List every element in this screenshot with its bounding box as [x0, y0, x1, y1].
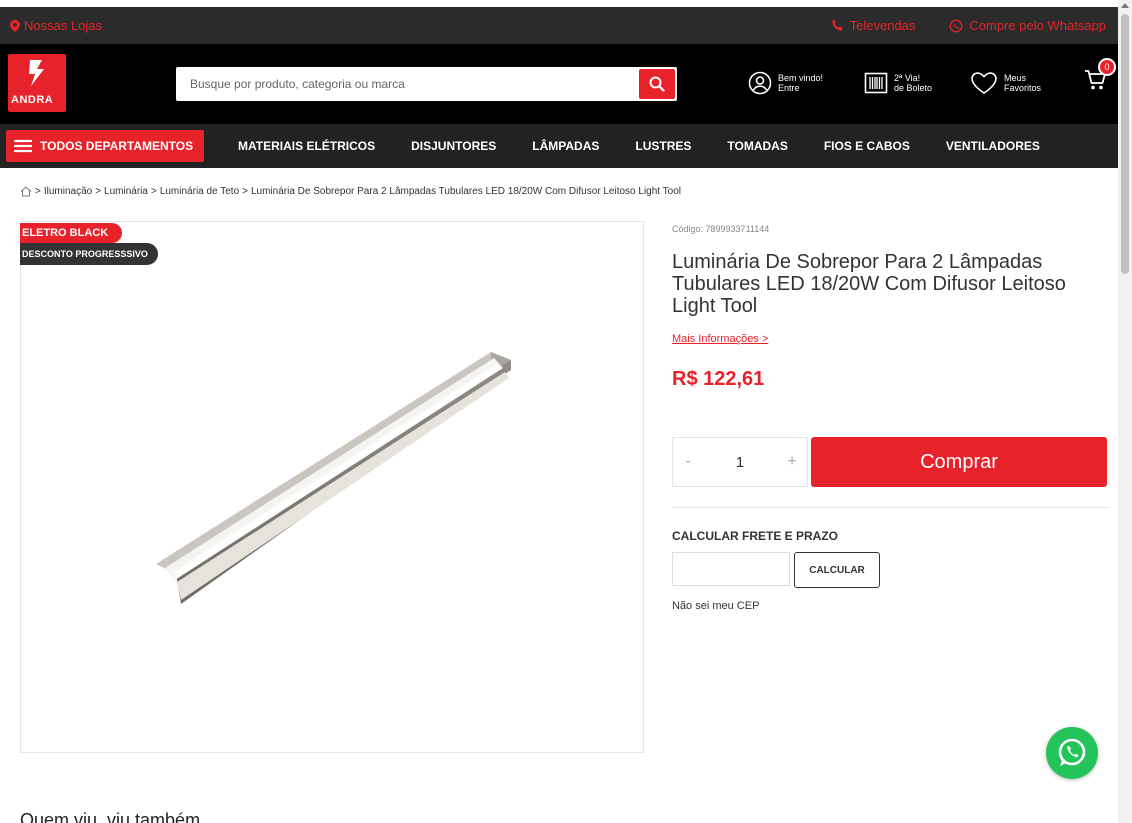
stores-label: Nossas Lojas	[24, 18, 103, 33]
televendas-label: Televendas	[849, 18, 916, 33]
lightning-logo-icon	[29, 60, 44, 86]
boleto-line1: 2ª Via!	[894, 73, 921, 83]
nav-link-materiais-eletricos[interactable]: MATERIAIS ELÉTRICOS	[238, 139, 375, 153]
all-departments-label: TODOS DEPARTAMENTOS	[40, 139, 194, 153]
shipping-title: CALCULAR FRETE E PRAZO	[672, 529, 838, 543]
more-info-link[interactable]: Mais Informações >	[672, 333, 768, 345]
top-bar: Nossas Lojas Televendas Compre pelo What…	[0, 7, 1118, 44]
divider	[672, 507, 1109, 508]
boleto-line2: de Boleto	[894, 83, 933, 93]
breadcrumb-separator: >	[150, 186, 157, 197]
product-image	[156, 352, 511, 604]
heart-icon	[971, 72, 997, 94]
breadcrumb-item-current: Luminária De Sobrepor Para 2 Lâmpadas Tu…	[250, 186, 682, 197]
quantity-stepper: - 1 +	[672, 437, 808, 487]
product-page: Nossas Lojas Televendas Compre pelo What…	[0, 0, 1132, 823]
product-price: R$ 122,61	[672, 368, 765, 390]
whatsapp-icon	[1058, 738, 1086, 766]
related-section-title: Quem viu, viu também	[20, 810, 201, 823]
search-input[interactable]	[176, 67, 636, 101]
nav-link-disjuntores[interactable]: DISJUNTORES	[411, 139, 496, 153]
scrollbar-thumb[interactable]	[1121, 14, 1129, 274]
account-line1: Bem vindo!	[778, 73, 824, 83]
all-departments-button[interactable]: TODOS DEPARTAMENTOS	[6, 130, 204, 162]
whatsapp-float-button[interactable]	[1046, 727, 1098, 779]
whatsapp-top-label: Compre pelo Whatsapp	[969, 18, 1106, 33]
hamburger-menu-icon	[14, 139, 32, 153]
cart-button[interactable]: 0	[1084, 58, 1116, 97]
nav-link-lampadas[interactable]: LÂMPADAS	[532, 139, 599, 153]
nav-link-ventiladores[interactable]: VENTILADORES	[946, 139, 1040, 153]
calculate-shipping-button[interactable]: CALCULAR	[794, 552, 880, 588]
televendas-link[interactable]: Televendas	[831, 18, 916, 33]
product-code: Código: 7899933711144	[672, 224, 770, 234]
department-nav: TODOS DEPARTAMENTOS MATERIAIS ELÉTRICOS …	[0, 124, 1118, 168]
nav-link-tomadas[interactable]: TOMADAS	[727, 139, 787, 153]
desconto-progressivo-badge: DESCONTO PROGRESSSIVO	[20, 243, 158, 265]
logo-text: ANDRA	[11, 94, 54, 106]
andra-logo[interactable]: ANDRA	[8, 54, 66, 112]
quantity-value[interactable]: 1	[736, 454, 744, 471]
map-pin-icon	[10, 19, 20, 32]
breadcrumb-separator: >	[95, 186, 102, 197]
cart-count-badge: 0	[1098, 58, 1116, 76]
user-icon	[748, 71, 772, 95]
page-scrollbar[interactable]	[1118, 0, 1132, 823]
breadcrumb: > Iluminação > Luminária > Luminária de …	[20, 186, 681, 197]
phone-icon	[831, 19, 843, 31]
product-image-container[interactable]	[20, 221, 644, 753]
breadcrumb-separator: >	[35, 186, 41, 197]
breadcrumb-item-luminaria[interactable]: Luminária	[104, 186, 148, 197]
whatsapp-icon	[949, 19, 963, 32]
main-header: ANDRA Bem vindo!Entre 2ª Via!de Boleto M…	[0, 44, 1118, 124]
favorites-link[interactable]: Meus Favoritos	[970, 71, 1041, 95]
breadcrumb-item-iluminacao[interactable]: Iluminação	[44, 186, 92, 197]
favorites-line1: Meus	[1004, 73, 1027, 83]
eletro-black-badge: ELETRO BLACK	[20, 223, 123, 243]
quantity-increase-button[interactable]: +	[785, 453, 799, 471]
home-icon[interactable]	[20, 186, 32, 197]
unknown-cep-link[interactable]: Não sei meu CEP	[672, 600, 759, 612]
nav-link-lustres[interactable]: LUSTRES	[635, 139, 691, 153]
search-icon	[649, 76, 665, 92]
breadcrumb-item-luminaria-de-teto[interactable]: Luminária de Teto	[160, 186, 239, 197]
scroll-up-arrow-icon[interactable]	[1121, 3, 1129, 8]
account-line2: Entre	[778, 83, 800, 93]
boleto-link[interactable]: 2ª Via! de Boleto	[864, 71, 932, 95]
whatsapp-top-link[interactable]: Compre pelo Whatsapp	[949, 18, 1106, 33]
product-title: Luminária De Sobrepor Para 2 Lâmpadas Tu…	[672, 251, 1066, 317]
search-bar	[176, 67, 677, 101]
nav-link-fios-e-cabos[interactable]: FIOS E CABOS	[824, 139, 910, 153]
barcode-icon	[864, 72, 888, 94]
breadcrumb-separator: >	[242, 186, 248, 197]
buy-button[interactable]: Comprar	[811, 437, 1107, 487]
favorites-line2: Favoritos	[1004, 83, 1042, 93]
account-link[interactable]: Bem vindo! Entre	[748, 71, 823, 95]
cep-input[interactable]	[672, 552, 790, 586]
quantity-decrease-button[interactable]: -	[681, 453, 695, 471]
stores-link[interactable]: Nossas Lojas	[10, 18, 102, 33]
search-button[interactable]	[639, 69, 675, 99]
